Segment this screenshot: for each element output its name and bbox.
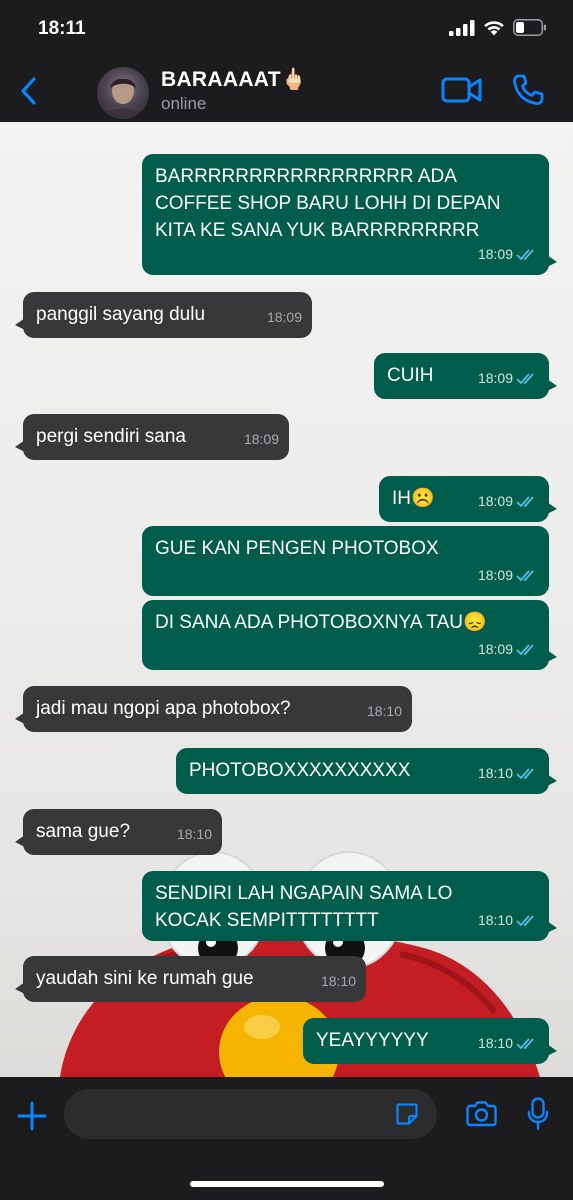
message-text: GUE KAN PENGEN PHOTOBOX — [155, 538, 439, 559]
avatar[interactable] — [97, 67, 149, 119]
signal-icon — [449, 19, 475, 36]
contact-name-emoji: 🖕🏻 — [280, 68, 308, 91]
message-time: 18:09 — [477, 246, 513, 262]
status-icons — [449, 19, 547, 36]
read-ticks-icon — [516, 569, 534, 581]
message-meta: 18:10 — [478, 907, 539, 934]
read-ticks-icon — [516, 914, 534, 926]
message-meta: 18:10 — [478, 1030, 539, 1057]
message-time: 18:09 — [477, 370, 513, 386]
message-time: 18:10 — [176, 826, 212, 842]
contact-status: online — [161, 94, 207, 113]
video-call-icon — [441, 77, 482, 103]
message-bubble-incoming[interactable]: panggil sayang dulu 18:09 — [15, 292, 312, 338]
message-time: 18:09 — [477, 567, 513, 583]
message-meta: 18:09 — [267, 304, 302, 331]
read-ticks-icon — [516, 1037, 534, 1049]
message-time: 18:09 — [266, 309, 302, 325]
message-meta: 18:10 — [177, 821, 212, 848]
read-ticks-icon — [516, 643, 534, 655]
message-bubble-incoming[interactable]: yaudah sini ke rumah gue 18:10 — [15, 956, 366, 1002]
message-text: BARRRRRRRRRRRRRRRRR ADA COFFEE SHOP BARU… — [155, 166, 501, 241]
message-time: 18:09 — [477, 641, 513, 657]
message-bubble-outgoing[interactable]: IH☹️ 18:09 — [379, 476, 557, 522]
message-time: 18:10 — [477, 1035, 513, 1051]
read-ticks-icon — [516, 495, 534, 507]
message-bubble-outgoing[interactable]: BARRRRRRRRRRRRRRRRR ADA COFFEE SHOP BARU… — [142, 154, 557, 275]
read-ticks-icon — [516, 767, 534, 779]
message-meta: 18:09 — [478, 241, 539, 268]
message-time: 18:10 — [477, 912, 513, 928]
message-bubble-incoming[interactable]: jadi mau ngopi apa photobox? 18:10 — [15, 686, 412, 732]
chat-header: BARAAAAT🖕🏻 online — [0, 56, 573, 122]
message-bubble-incoming[interactable]: pergi sendiri sana 18:09 — [15, 414, 289, 460]
attach-button[interactable] — [16, 1100, 48, 1137]
message-time: 18:09 — [243, 431, 279, 447]
read-ticks-icon — [516, 372, 534, 384]
contact-name[interactable]: BARAAAAT🖕🏻 — [161, 68, 307, 92]
message-bubble-outgoing[interactable]: YEAYYYYYY 18:10 — [303, 1018, 557, 1064]
message-text: yaudah sini ke rumah gue — [36, 968, 254, 989]
message-time: 18:10 — [477, 765, 513, 781]
wifi-icon — [484, 20, 504, 35]
message-meta: 18:10 — [478, 760, 539, 787]
message-meta: 18:09 — [478, 365, 539, 392]
phone-call-icon — [513, 74, 544, 105]
message-bubble-outgoing[interactable]: SENDIRI LAH NGAPAIN SAMA LO KOCAK SEMPIT… — [142, 871, 557, 941]
message-text: panggil sayang dulu — [36, 304, 206, 325]
message-meta: 18:09 — [244, 426, 279, 453]
contact-name-text: BARAAAAT — [161, 68, 281, 91]
microphone-button[interactable] — [527, 1097, 549, 1136]
back-button[interactable] — [18, 76, 40, 111]
chat-area[interactable]: BARRRRRRRRRRRRRRRRR ADA COFFEE SHOP BARU… — [0, 122, 573, 1077]
read-ticks-icon — [516, 248, 534, 260]
sticker-icon — [396, 1103, 418, 1125]
message-meta: 18:09 — [478, 562, 539, 589]
back-chevron-icon — [21, 77, 36, 105]
video-call-button[interactable] — [441, 76, 483, 109]
message-bubble-incoming[interactable]: sama gue? 18:10 — [15, 809, 222, 855]
message-input[interactable] — [64, 1089, 437, 1139]
phone-call-button[interactable] — [511, 73, 545, 112]
camera-icon — [466, 1101, 497, 1127]
message-meta: 18:10 — [321, 968, 356, 995]
message-bubble-outgoing[interactable]: PHOTOBOXXXXXXXXXX 18:10 — [176, 748, 557, 794]
message-meta: 18:10 — [367, 698, 402, 725]
camera-button[interactable] — [466, 1100, 497, 1132]
message-text: DI SANA ADA PHOTOBOXNYA TAU😞 — [155, 612, 487, 633]
sticker-button[interactable] — [395, 1102, 419, 1131]
message-time: 18:10 — [366, 703, 402, 719]
status-bar: 18:11 — [0, 0, 573, 56]
plus-icon — [17, 1101, 47, 1131]
home-indicator[interactable] — [190, 1181, 384, 1187]
message-bubble-outgoing[interactable]: DI SANA ADA PHOTOBOXNYA TAU😞 18:09 — [142, 600, 557, 670]
message-meta: 18:09 — [478, 488, 539, 515]
message-time: 18:09 — [477, 493, 513, 509]
message-bubble-outgoing[interactable]: GUE KAN PENGEN PHOTOBOX 18:09 — [142, 526, 549, 596]
microphone-icon — [527, 1097, 549, 1131]
message-bubble-outgoing[interactable]: CUIH 18:09 — [374, 353, 557, 399]
battery-icon — [513, 19, 546, 36]
message-text: jadi mau ngopi apa photobox? — [36, 698, 291, 719]
message-text: pergi sendiri sana — [36, 426, 186, 447]
message-meta: 18:09 — [478, 636, 539, 663]
status-time: 18:11 — [38, 18, 86, 39]
message-time: 18:10 — [320, 973, 356, 989]
